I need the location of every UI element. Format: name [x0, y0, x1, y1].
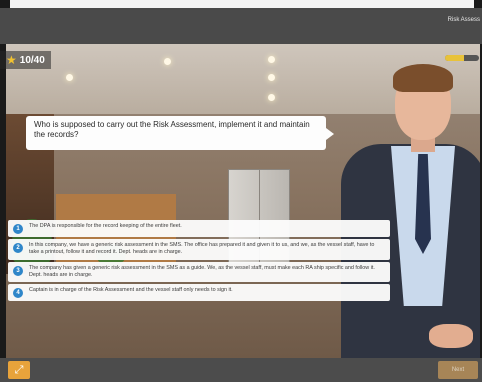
progress-fill [445, 55, 464, 61]
top-strip [10, 0, 474, 8]
answer-text: Captain is in charge of the Risk Assessm… [29, 287, 233, 294]
scene-background [6, 44, 480, 358]
answer-number: 2 [13, 243, 23, 253]
ceiling-light [164, 58, 171, 65]
answer-option-2[interactable]: 2 In this company, we have a generic ris… [8, 239, 390, 260]
answer-option-1[interactable]: 1 The DPA is responsible for the record … [8, 220, 390, 237]
answer-text: The DPA is responsible for the record ke… [29, 223, 182, 229]
ceiling-light [268, 74, 275, 81]
ceiling-light [268, 94, 275, 101]
question-text: Who is supposed to carry out the Risk As… [34, 120, 310, 139]
next-button[interactable]: Next [438, 361, 478, 379]
progress-bar [445, 55, 479, 61]
score-badge: ★ 10/40 [0, 51, 51, 69]
answer-number: 3 [13, 265, 23, 276]
ceiling-light [66, 74, 73, 81]
answer-number: 4 [13, 288, 23, 299]
ceiling-light [268, 56, 275, 63]
bottom-bar: ⤢ Next [0, 358, 482, 382]
header-bar: Risk Assess [0, 8, 482, 44]
answer-text: In this company, we have a generic risk … [29, 242, 375, 256]
answer-option-4[interactable]: 4 Captain is in charge of the Risk Asses… [8, 284, 390, 302]
star-icon: ★ [6, 53, 17, 67]
answer-text: The company has given a generic risk ass… [29, 264, 375, 278]
answer-list: 1 The DPA is responsible for the record … [8, 220, 390, 303]
score-text: 10/40 [19, 54, 45, 66]
expand-button[interactable]: ⤢ [8, 361, 30, 379]
presenter-character [341, 62, 480, 358]
answer-option-3[interactable]: 3 The company has given a generic risk a… [8, 261, 390, 283]
answer-number: 1 [13, 224, 23, 234]
expand-icon: ⤢ [14, 364, 24, 376]
question-bubble: Who is supposed to carry out the Risk As… [26, 116, 334, 150]
course-title: Risk Assess [447, 17, 480, 23]
